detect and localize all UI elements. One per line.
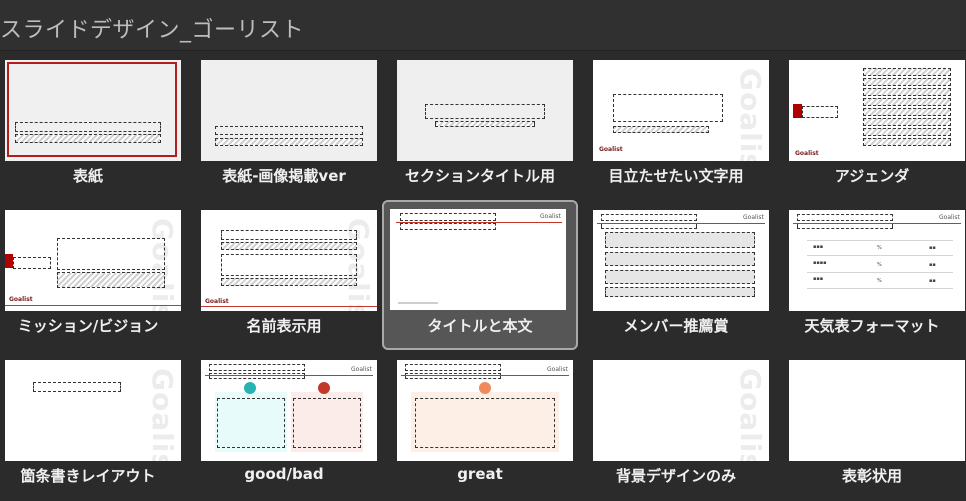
slide-thumbnail: Goalist ▪▪▪ ▪▪▪▪ ▪▪▪ % % % ▪▪ ▪▪ ▪▪ bbox=[789, 210, 965, 311]
tile-label: メンバー推薦賞 bbox=[623, 317, 729, 335]
slide-thumbnail: Goalist bbox=[397, 360, 573, 461]
layout-tile-highlight-text[interactable]: Goalist Goalist 目立たせたい文字用 bbox=[588, 53, 778, 201]
layout-tile-agenda[interactable]: Goalist アジェンダ bbox=[784, 53, 966, 201]
slide-thumbnail: Goalist bbox=[5, 360, 181, 461]
tile-label: 表紙-画像掲載ver bbox=[222, 167, 346, 185]
tile-label: アジェンダ bbox=[834, 167, 910, 185]
tile-label: 名前表示用 bbox=[246, 317, 322, 335]
layout-tile-certificate[interactable]: 表彰状用 bbox=[784, 353, 966, 501]
slide-thumbnail: Goalist Goalist bbox=[5, 210, 181, 311]
tile-label: 背景デザインのみ bbox=[615, 467, 736, 485]
slide-thumbnail: Goalist Goalist bbox=[201, 210, 377, 311]
tile-label: 天気表フォーマット bbox=[804, 317, 940, 335]
layout-tile-cover-image[interactable]: 表紙-画像掲載ver bbox=[196, 53, 386, 201]
tile-label: ミッション/ビジョン bbox=[17, 317, 159, 335]
slide-thumbnail bbox=[201, 60, 377, 161]
layout-tile-bullet-list[interactable]: Goalist 箇条書きレイアウト bbox=[0, 353, 190, 501]
tile-label: good/bad bbox=[244, 465, 324, 483]
slide-layout-grid: 表紙 表紙-画像掲載ver セクションタイトル用 Goalist Goalist… bbox=[0, 0, 966, 500]
slide-thumbnail: Goalist bbox=[390, 209, 566, 310]
layout-tile-mission-vision[interactable]: Goalist Goalist ミッション/ビジョン bbox=[0, 203, 190, 351]
layout-tile-name-display[interactable]: Goalist Goalist 名前表示用 bbox=[196, 203, 386, 351]
layout-tile-title-and-body[interactable]: Goalist タイトルと本文 bbox=[382, 200, 578, 350]
tile-label: タイトルと本文 bbox=[427, 317, 533, 335]
slide-thumbnail: Goalist bbox=[593, 210, 769, 311]
tile-label: 目立たせたい文字用 bbox=[608, 167, 744, 185]
slide-thumbnail: Goalist bbox=[789, 60, 965, 161]
tile-label: 表紙 bbox=[72, 167, 103, 185]
tile-label: great bbox=[457, 465, 503, 483]
layout-tile-great[interactable]: Goalist great bbox=[392, 353, 582, 501]
slide-thumbnail: Goalist bbox=[201, 360, 377, 461]
tile-label: 箇条書きレイアウト bbox=[20, 467, 156, 485]
layout-tile-good-bad[interactable]: Goalist good/bad bbox=[196, 353, 386, 501]
layout-tile-cover[interactable]: 表紙 bbox=[0, 53, 190, 201]
layout-tile-weather-table[interactable]: Goalist ▪▪▪ ▪▪▪▪ ▪▪▪ % % % ▪▪ ▪▪ ▪▪ 天気表フ… bbox=[784, 203, 966, 351]
layout-tile-background-only[interactable]: Goalist 背景デザインのみ bbox=[588, 353, 778, 501]
tile-label: セクションタイトル用 bbox=[404, 167, 555, 185]
slide-thumbnail bbox=[397, 60, 573, 161]
slide-thumbnail: Goalist bbox=[593, 360, 769, 461]
tile-label: 表彰状用 bbox=[841, 467, 902, 485]
layout-tile-member-award[interactable]: Goalist メンバー推薦賞 bbox=[588, 203, 778, 351]
slide-thumbnail: Goalist Goalist bbox=[593, 60, 769, 161]
layout-tile-section-title[interactable]: セクションタイトル用 bbox=[392, 53, 582, 201]
slide-thumbnail bbox=[789, 360, 965, 461]
slide-thumbnail bbox=[5, 60, 181, 161]
